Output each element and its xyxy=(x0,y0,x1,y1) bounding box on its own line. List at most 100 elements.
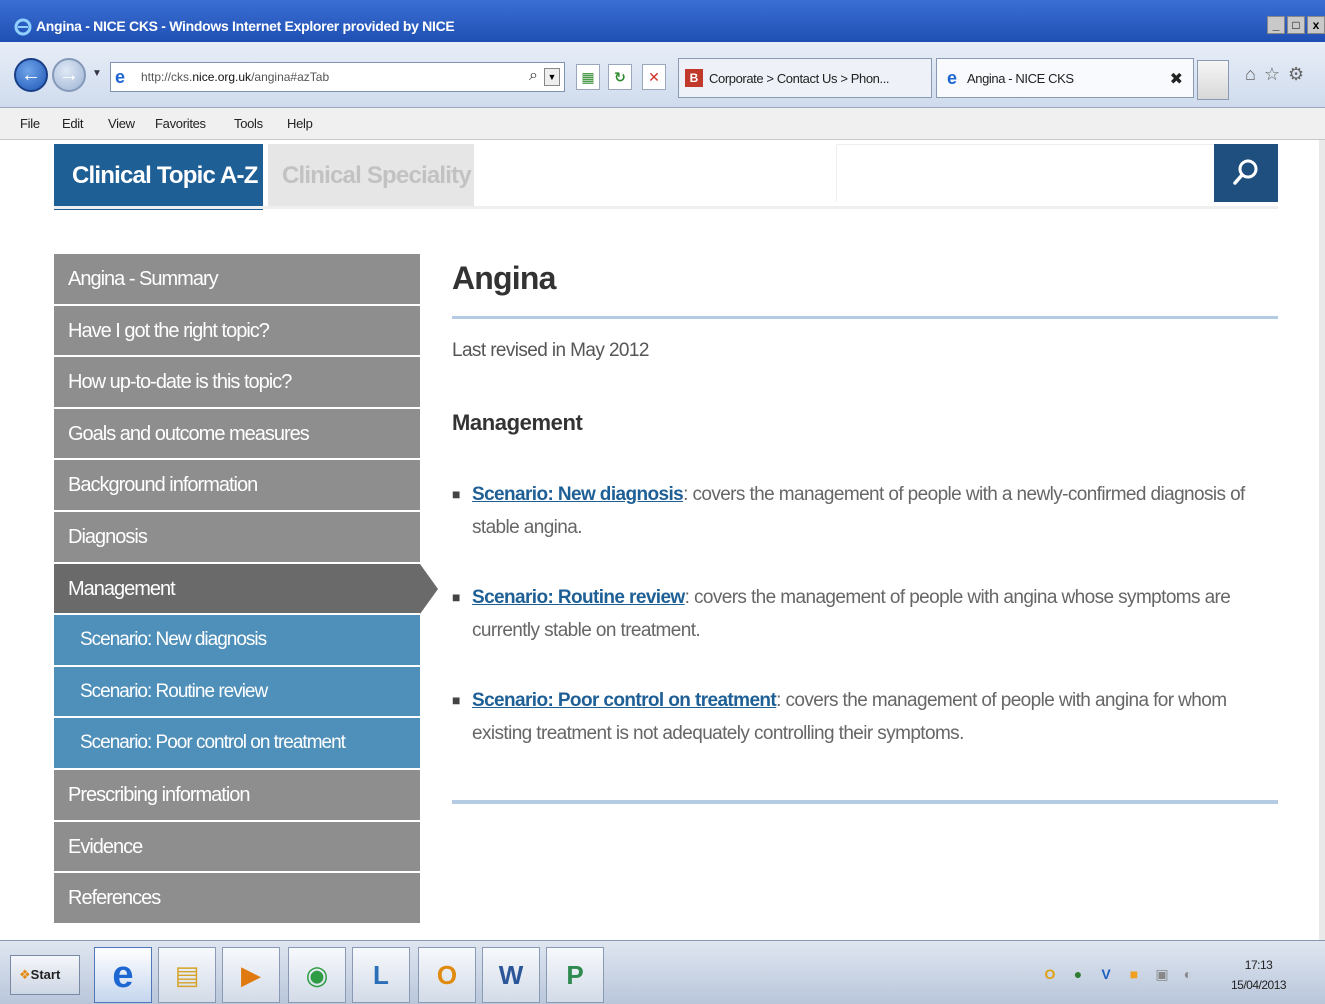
sidebar-item-references[interactable]: References xyxy=(54,873,420,925)
taskbar-internet-explorer[interactable]: e xyxy=(94,947,152,1003)
sidebar-item-evidence[interactable]: Evidence xyxy=(54,821,420,874)
link-new-diagnosis[interactable]: Scenario: New diagnosis xyxy=(472,484,684,505)
browser-tab-angina[interactable]: e Angina - NICE CKS ✖ xyxy=(936,58,1194,98)
menu-view[interactable]: View xyxy=(108,116,135,131)
sidebar-item-background[interactable]: Background information xyxy=(54,460,420,512)
internet-explorer-icon xyxy=(14,18,32,36)
folder-icon: ▤ xyxy=(174,960,200,990)
section-heading: Management xyxy=(452,410,583,435)
menu-favorites[interactable]: Favorites xyxy=(155,116,206,131)
scrollbar[interactable] xyxy=(1319,140,1325,940)
tab-clinical-speciality[interactable]: Clinical Speciality xyxy=(268,144,474,206)
close-window-button[interactable]: x xyxy=(1307,16,1325,34)
address-search-icon[interactable]: ⌕ xyxy=(529,67,538,85)
new-tab-button[interactable] xyxy=(1197,60,1229,100)
sidebar-item-management[interactable]: Management xyxy=(54,563,438,616)
page-content: Clinical Topic A-Z Clinical Speciality A… xyxy=(0,140,1325,940)
internet-explorer-icon: e xyxy=(112,954,134,996)
history-dropdown-icon[interactable]: ▼ xyxy=(92,68,102,79)
tab-clinical-topic-az[interactable]: Clinical Topic A-Z xyxy=(54,144,263,210)
last-revised: Last revised in May 2012 xyxy=(452,340,649,361)
window-controls: _ □ x xyxy=(1267,16,1325,34)
forward-button[interactable]: → xyxy=(52,58,86,92)
sidebar-item-routine-review[interactable]: Scenario: Routine review xyxy=(54,666,420,719)
sidebar-item-summary[interactable]: Angina - Summary xyxy=(54,254,420,306)
back-button[interactable]: ← xyxy=(14,58,48,92)
tab-label: Corporate > Contact Us > Phon... xyxy=(709,71,890,86)
antivirus-tray-icon[interactable]: V xyxy=(1097,965,1115,983)
outlook-icon: O xyxy=(436,960,458,990)
title-divider xyxy=(452,316,1278,319)
bullet-icon: ■ xyxy=(452,692,460,708)
compatibility-view-icon[interactable]: ▦ xyxy=(576,64,600,90)
home-favorites-tools-icons[interactable]: ⌂☆⚙ xyxy=(1245,64,1312,85)
bottom-divider xyxy=(452,800,1278,804)
menu-help[interactable]: Help xyxy=(287,116,313,131)
tabs-divider xyxy=(54,206,1278,209)
list-item: ■ Scenario: Poor control on treatment: c… xyxy=(452,684,1278,750)
refresh-icon[interactable]: ↻ xyxy=(608,64,632,90)
taskbar-lync[interactable]: L xyxy=(352,947,410,1003)
taskbar: ❖Start e ▤ ▶ ◉ L O W P O ● V ■ ▣ ◐ 17:13… xyxy=(0,940,1325,1004)
volume-tray-icon[interactable]: ◐ xyxy=(1179,965,1197,983)
network-tray-icon[interactable]: ▣ xyxy=(1153,965,1171,983)
taskbar-chrome[interactable]: ◉ xyxy=(288,947,346,1003)
topic-sidebar: Angina - Summary Have I got the right to… xyxy=(54,254,438,925)
clock-date: 15/04/2013 xyxy=(1231,978,1287,992)
sidebar-item-poor-control[interactable]: Scenario: Poor control on treatment xyxy=(54,718,420,770)
taskbar-file-explorer[interactable]: ▤ xyxy=(158,947,216,1003)
menu-edit[interactable]: Edit xyxy=(62,116,84,131)
notification-tray-icon[interactable]: ■ xyxy=(1125,965,1143,983)
site-search-input[interactable] xyxy=(836,144,1214,202)
bullet-icon: ■ xyxy=(452,486,460,502)
window-title-bar: Angina - NICE CKS - Windows Internet Exp… xyxy=(0,0,1325,42)
internet-explorer-icon: e xyxy=(946,68,957,88)
system-tray: O ● V ■ ▣ ◐ 17:13 15/04/2013 xyxy=(1035,951,1325,999)
taskbar-media-player[interactable]: ▶ xyxy=(222,947,280,1003)
browser-tab-corporate[interactable]: B Corporate > Contact Us > Phon... xyxy=(678,58,932,98)
close-tab-icon[interactable]: ✖ xyxy=(1170,69,1183,89)
menu-bar: File Edit View Favorites Tools Help xyxy=(0,108,1325,140)
search-button[interactable] xyxy=(1214,144,1278,202)
search-icon xyxy=(1233,159,1258,185)
window-title: Angina - NICE CKS - Windows Internet Exp… xyxy=(36,18,455,34)
list-item: ■ Scenario: New diagnosis: covers the ma… xyxy=(452,478,1278,544)
sidebar-item-prescribing[interactable]: Prescribing information xyxy=(54,769,420,822)
address-url[interactable]: http://cks.nice.org.uk/angina#azTab xyxy=(141,70,329,84)
start-button[interactable]: ❖Start xyxy=(10,955,80,995)
sidebar-item-new-diagnosis[interactable]: Scenario: New diagnosis xyxy=(54,615,420,667)
security-tray-icon[interactable]: ● xyxy=(1069,965,1087,983)
chrome-icon: ◉ xyxy=(305,960,329,990)
link-routine-review[interactable]: Scenario: Routine review xyxy=(472,587,685,608)
taskbar-project[interactable]: P xyxy=(546,947,604,1003)
bullet-icon: ■ xyxy=(452,589,460,605)
sidebar-item-right-topic[interactable]: Have I got the right topic? xyxy=(54,305,420,358)
list-item: ■ Scenario: Routine review: covers the m… xyxy=(452,581,1278,647)
sidebar-item-up-to-date[interactable]: How up-to-date is this topic? xyxy=(54,357,420,409)
taskbar-outlook[interactable]: O xyxy=(418,947,476,1003)
browser-toolbar: ← → ▼ e http://cks.nice.org.uk/angina#az… xyxy=(0,42,1325,108)
sidebar-item-goals[interactable]: Goals and outcome measures xyxy=(54,408,420,461)
lync-icon: L xyxy=(373,960,389,990)
menu-tools[interactable]: Tools xyxy=(234,116,263,131)
media-player-icon: ▶ xyxy=(241,960,261,990)
page-favicon-icon: e xyxy=(115,67,126,87)
address-dropdown-icon[interactable]: ▼ xyxy=(544,68,560,86)
clock-time: 17:13 xyxy=(1244,958,1273,972)
outlook-tray-icon[interactable]: O xyxy=(1041,965,1059,983)
page-title: Angina xyxy=(452,260,556,296)
menu-file[interactable]: File xyxy=(20,116,40,131)
tab-label: Angina - NICE CKS xyxy=(967,71,1074,86)
word-icon: W xyxy=(498,960,524,990)
article: Angina Last revised in May 2012 Manageme… xyxy=(452,254,1278,804)
project-icon: P xyxy=(566,960,584,990)
windows-logo-icon: ❖ xyxy=(19,967,31,982)
taskbar-word[interactable]: W xyxy=(482,947,540,1003)
sidebar-item-diagnosis[interactable]: Diagnosis xyxy=(54,511,420,564)
maximize-button[interactable]: □ xyxy=(1287,16,1305,34)
address-bar[interactable]: e http://cks.nice.org.uk/angina#azTab ⌕ … xyxy=(110,62,565,92)
link-poor-control[interactable]: Scenario: Poor control on treatment xyxy=(472,690,777,711)
minimize-button[interactable]: _ xyxy=(1267,16,1285,34)
stop-icon[interactable]: ✕ xyxy=(642,64,666,90)
system-clock[interactable]: 17:13 15/04/2013 xyxy=(1231,955,1287,995)
